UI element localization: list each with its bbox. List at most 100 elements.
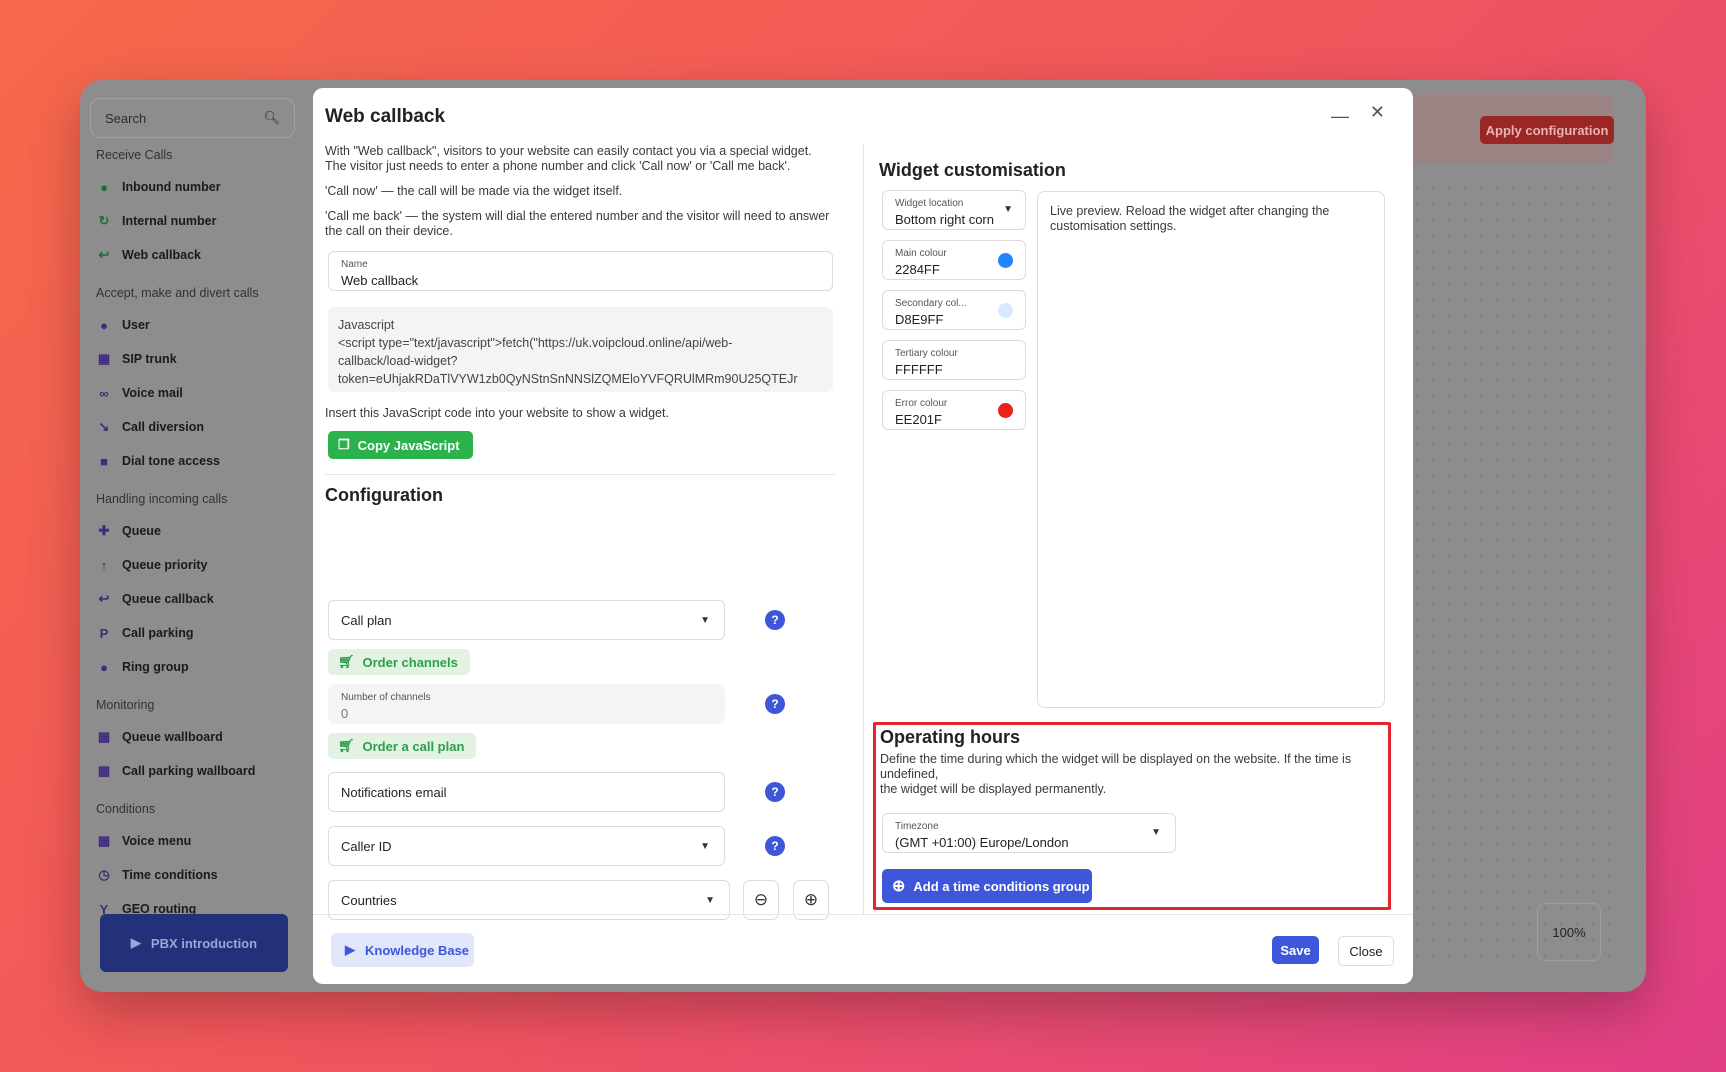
sidebar-item-queue[interactable]: ✚ Queue [90,514,295,548]
knowledge-base-button[interactable]: ▶ Knowledge Base [331,933,474,967]
play-icon: ▶ [130,935,141,950]
sidebar: Search 🔍︎ Receive Calls ● Inbound number ↻ I… [80,80,305,992]
sidebar-item-dial-tone-access[interactable]: ■ Dial tone access [90,444,295,478]
sidebar-item-web-callback[interactable]: ↩ Web callback [90,238,295,272]
clock-icon: ◷ [98,867,110,882]
channels-label: Number of channels [341,692,431,703]
operating-hours-line: Define the time during which the widget … [880,752,1352,781]
arrow-up-icon: ↑ [100,557,108,573]
sidebar-item-call-parking[interactable]: P Call parking [90,616,295,650]
chevron-down-icon: ▼ [705,894,715,906]
notifications-email-field[interactable]: Notifications email [328,772,725,812]
call-me-back-text: 'Call me back' — the system will dial th… [325,209,830,238]
widget-location-select[interactable]: Widget location Bottom right corn ▼ [882,190,1026,230]
sidebar-item-label: Call parking wallboard [122,764,256,778]
error-colour-field[interactable]: Error colour EE201F [882,390,1026,430]
sidebar-item-ring-group[interactable]: ● Ring group [90,650,295,684]
sidebar-item-label: Voice menu [122,834,192,848]
help-icon[interactable]: ? [765,836,785,856]
tertiary-colour-value: FFFFFF [895,362,943,377]
dashboard-icon: ▦ [97,763,111,778]
sidebar-item-label: Ring group [122,660,189,674]
call-plan-select[interactable]: Call plan ▼ [328,600,725,640]
sidebar-item-label: Call diversion [122,420,204,434]
secondary-colour-field[interactable]: Secondary col... D8E9FF [882,290,1026,330]
preview-text: Live preview. Reload the widget after ch… [1050,204,1330,233]
sidebar-item-internal-number[interactable]: ↻ Internal number [90,204,295,238]
live-preview-panel: Live preview. Reload the widget after ch… [1037,191,1385,708]
widget-location-value: Bottom right corn [895,212,994,227]
zoom-level[interactable]: 100% [1537,903,1601,961]
sidebar-item-label: Internal number [122,214,217,228]
order-call-plan-button[interactable]: 🛒︎ Order a call plan [328,733,477,759]
secondary-colour-swatch[interactable] [998,303,1013,318]
caller-id-select[interactable]: Caller ID ▼ [328,826,725,866]
sidebar-section-title: Conditions [96,802,156,816]
sidebar-item-label: Web callback [122,248,201,262]
sidebar-item-label: Inbound number [122,180,221,194]
modal-title: Web callback [325,106,446,127]
save-button[interactable]: Save [1272,936,1319,964]
sidebar-nav: Receive Calls ● Inbound number ↻ Internal nu… [90,148,295,926]
sidebar-item-label: Voice mail [122,386,183,400]
group-icon: ● [100,659,108,675]
add-time-conditions-group-button[interactable]: ⊕ Add a time conditions group [882,869,1092,903]
play-icon: ▶ [345,942,355,957]
sidebar-item-queue-wallboard[interactable]: ▦ Queue wallboard [90,720,295,754]
sidebar-item-voice-menu[interactable]: ▦ Voice menu [90,824,295,858]
sidebar-item-queue-callback[interactable]: ↩ Queue callback [90,582,295,616]
main-colour-swatch[interactable] [998,253,1013,268]
minimize-icon[interactable]: — [1331,106,1349,127]
pbx-introduction-button[interactable]: ▶ PBX introduction [100,914,288,972]
sidebar-item-label: Call parking [122,626,194,640]
sidebar-item-call-diversion[interactable]: ↘ Call diversion [90,410,295,444]
reply-arrow-icon: ↩ [98,247,110,262]
right-column: Widget customisation Widget location Bot… [873,144,1399,914]
widget-customisation-title: Widget customisation [879,160,1066,180]
sidebar-item-time-conditions[interactable]: ◷ Time conditions [90,858,295,892]
sidebar-item-user[interactable]: ● User [90,308,295,342]
name-field[interactable]: Name Web callback [328,251,833,291]
parking-icon: P [99,625,109,641]
help-icon[interactable]: ? [765,694,785,714]
sidebar-item-voice-mail[interactable]: ∞ Voice mail [90,376,295,410]
number-of-channels-field[interactable]: Number of channels 0 [328,684,725,724]
voicemail-icon: ∞ [99,385,109,401]
search-placeholder: Search [105,110,147,126]
left-column: With "Web callback", visitors to your we… [325,144,835,920]
sidebar-item-inbound-number[interactable]: ● Inbound number [90,170,295,204]
order-channels-button[interactable]: 🛒︎ Order channels [328,649,470,675]
caller-id-label: Caller ID [341,838,392,854]
javascript-label: Javascript [338,318,395,332]
reply-all-icon: ↩ [98,591,110,606]
secondary-colour-label: Secondary col... [895,298,967,309]
sidebar-item-queue-priority[interactable]: ↑ Queue priority [90,548,295,582]
sidebar-section-title: Accept, make and divert calls [96,286,259,300]
help-icon[interactable]: ? [765,782,785,802]
close-icon[interactable]: ✕ [1370,102,1385,123]
javascript-code-line: callback/load-widget? [338,354,458,368]
column-divider [863,144,864,914]
sidebar-item-sip-trunk[interactable]: ▦ SIP trunk [90,342,295,376]
sidebar-item-label: Queue [122,524,161,538]
apply-configuration-button[interactable]: Apply configuration [1480,116,1614,144]
copy-javascript-button[interactable]: ❐ Copy JavaScript [328,431,473,459]
help-icon[interactable]: ? [765,610,785,630]
main-colour-field[interactable]: Main colour 2284FF [882,240,1026,280]
error-colour-swatch[interactable] [998,403,1013,418]
error-colour-value: EE201F [895,412,942,427]
close-button[interactable]: Close [1338,936,1394,966]
add-user-icon: ✚ [98,523,110,538]
intro-text: With "Web callback", visitors to your we… [325,144,812,173]
javascript-code-field[interactable]: Javascript <script type="text/javascript… [328,307,833,392]
chevron-down-icon: ▼ [1003,204,1013,215]
dashboard-icon: ▦ [97,729,111,744]
insert-code-text: Insert this JavaScript code into your we… [325,406,669,420]
sidebar-item-call-parking-wallboard[interactable]: ▦ Call parking wallboard [90,754,295,788]
name-value: Web callback [341,273,419,288]
operating-hours-line: the widget will be displayed permanently… [880,782,1107,796]
search-input[interactable]: Search 🔍︎ [90,98,295,138]
tertiary-colour-field[interactable]: Tertiary colour FFFFFF [882,340,1026,380]
timezone-select[interactable]: Timezone (GMT +01:00) Europe/London ▼ [882,813,1176,853]
sidebar-item-label: Dial tone access [122,454,220,468]
